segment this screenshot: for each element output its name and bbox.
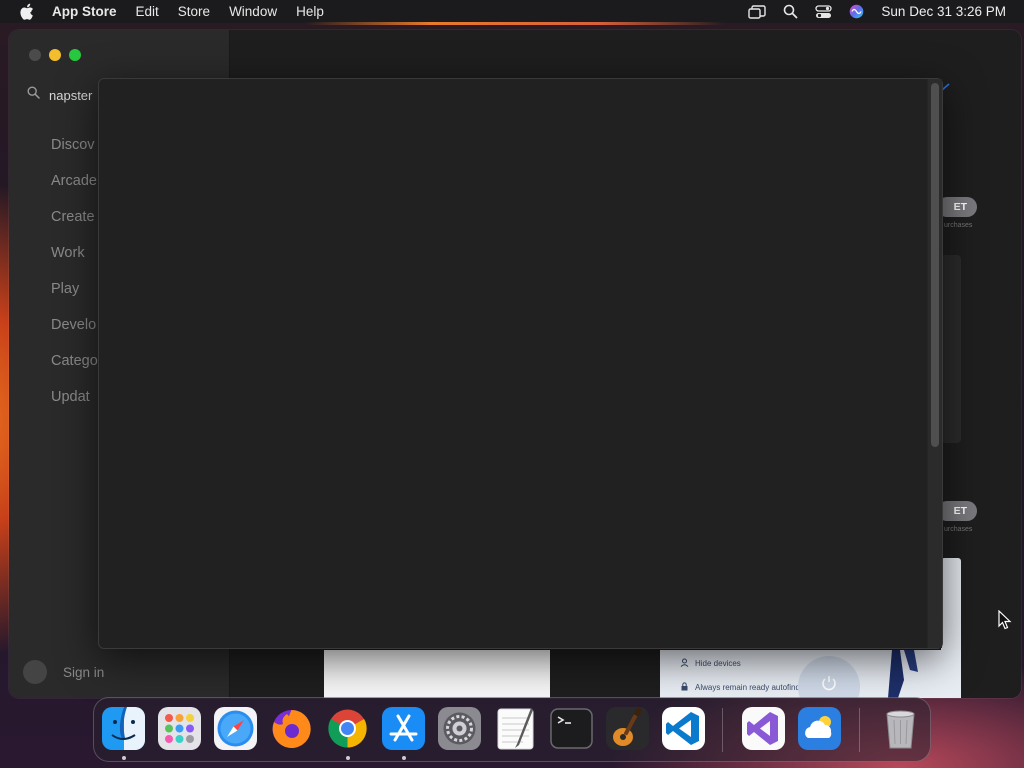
sidebar-item-play[interactable]: Play xyxy=(51,278,98,314)
list-item: Always remain ready autofind xyxy=(680,682,800,693)
list-item-label: Always remain ready autofind xyxy=(695,683,800,692)
dock-weather-icon[interactable] xyxy=(797,706,842,751)
in-app-purchases-label: urchases xyxy=(944,526,973,533)
dock-vscode-icon[interactable] xyxy=(661,706,706,751)
sidebar-item-develop[interactable]: Develo xyxy=(51,314,98,350)
sign-in-row[interactable]: Sign in xyxy=(23,660,104,684)
dock-app-store-icon[interactable] xyxy=(381,706,426,751)
dock-terminal-icon[interactable] xyxy=(549,706,594,751)
dock-separator xyxy=(722,708,723,752)
running-indicator xyxy=(346,756,350,760)
menu-window[interactable]: Window xyxy=(229,4,277,19)
spotlight-search-icon[interactable] xyxy=(779,4,801,20)
blank-sheet-dialog xyxy=(98,78,943,649)
sidebar-item-create[interactable]: Create xyxy=(51,206,98,242)
user-icon xyxy=(680,658,689,669)
zoom-button[interactable] xyxy=(69,49,81,61)
menu-edit[interactable]: Edit xyxy=(136,4,159,19)
app-screenshot-card[interactable] xyxy=(324,650,550,698)
dock-separator xyxy=(859,708,860,752)
search-input-value[interactable]: napster xyxy=(49,88,92,103)
get-button[interactable]: ET xyxy=(937,501,977,521)
illustration-person-icon xyxy=(888,650,918,698)
list-item-label: Hide devices xyxy=(695,659,741,668)
window-controls xyxy=(29,49,81,61)
sidebar-nav: Discov Arcade Create Work Play Develo Ca… xyxy=(51,134,98,422)
power-icon xyxy=(798,656,860,698)
menu-bar-highlight xyxy=(305,22,725,25)
close-button[interactable] xyxy=(29,49,41,61)
in-app-purchases-label: urchases xyxy=(944,222,973,229)
dock-system-settings-icon[interactable] xyxy=(437,706,482,751)
avatar xyxy=(23,660,47,684)
screen-mirroring-icon[interactable] xyxy=(746,4,768,20)
menu-bar-clock[interactable]: Sun Dec 31 3:26 PM xyxy=(881,4,1006,19)
scrollbar-track[interactable] xyxy=(927,79,942,648)
menu-app-store[interactable]: App Store xyxy=(52,4,117,19)
app-screenshot-card[interactable]: Hide devices Always remain ready autofin… xyxy=(660,650,961,698)
dock-trash-icon[interactable] xyxy=(878,706,923,751)
lock-icon xyxy=(680,682,689,693)
search-field[interactable]: napster xyxy=(27,86,92,104)
sidebar-item-arcade[interactable]: Arcade xyxy=(51,170,98,206)
get-button[interactable]: ET xyxy=(937,197,977,217)
scrollbar-thumb[interactable] xyxy=(931,83,939,447)
dock-visual-studio-icon[interactable] xyxy=(741,706,786,751)
menu-bar: App Store Edit Store Window Help Sun Dec… xyxy=(0,0,1024,23)
mouse-cursor-icon xyxy=(998,609,1012,635)
running-indicator xyxy=(402,756,406,760)
dock-garageband-icon[interactable] xyxy=(605,706,650,751)
dock-firefox-icon[interactable] xyxy=(269,706,314,751)
sidebar-item-work[interactable]: Work xyxy=(51,242,98,278)
list-item: Hide devices xyxy=(680,658,741,669)
menu-store[interactable]: Store xyxy=(178,4,210,19)
running-indicator xyxy=(122,756,126,760)
dock-chrome-icon[interactable] xyxy=(325,706,370,751)
sign-in-label: Sign in xyxy=(63,664,105,680)
dock-safari-icon[interactable] xyxy=(213,706,258,751)
siri-icon[interactable] xyxy=(845,4,867,20)
dock-finder-icon[interactable] xyxy=(101,706,146,751)
apple-logo-icon[interactable] xyxy=(19,3,35,20)
dock xyxy=(93,697,931,762)
menu-help[interactable]: Help xyxy=(296,4,324,19)
control-center-icon[interactable] xyxy=(812,4,834,20)
sidebar-item-categories[interactable]: Catego xyxy=(51,350,98,386)
sidebar-item-discover[interactable]: Discov xyxy=(51,134,98,170)
search-icon xyxy=(27,86,40,104)
dock-textedit-icon[interactable] xyxy=(493,706,538,751)
dock-launchpad-icon[interactable] xyxy=(157,706,202,751)
app-card[interactable] xyxy=(941,255,961,443)
minimize-button[interactable] xyxy=(49,49,61,61)
sidebar-item-updates[interactable]: Updat xyxy=(51,386,98,422)
